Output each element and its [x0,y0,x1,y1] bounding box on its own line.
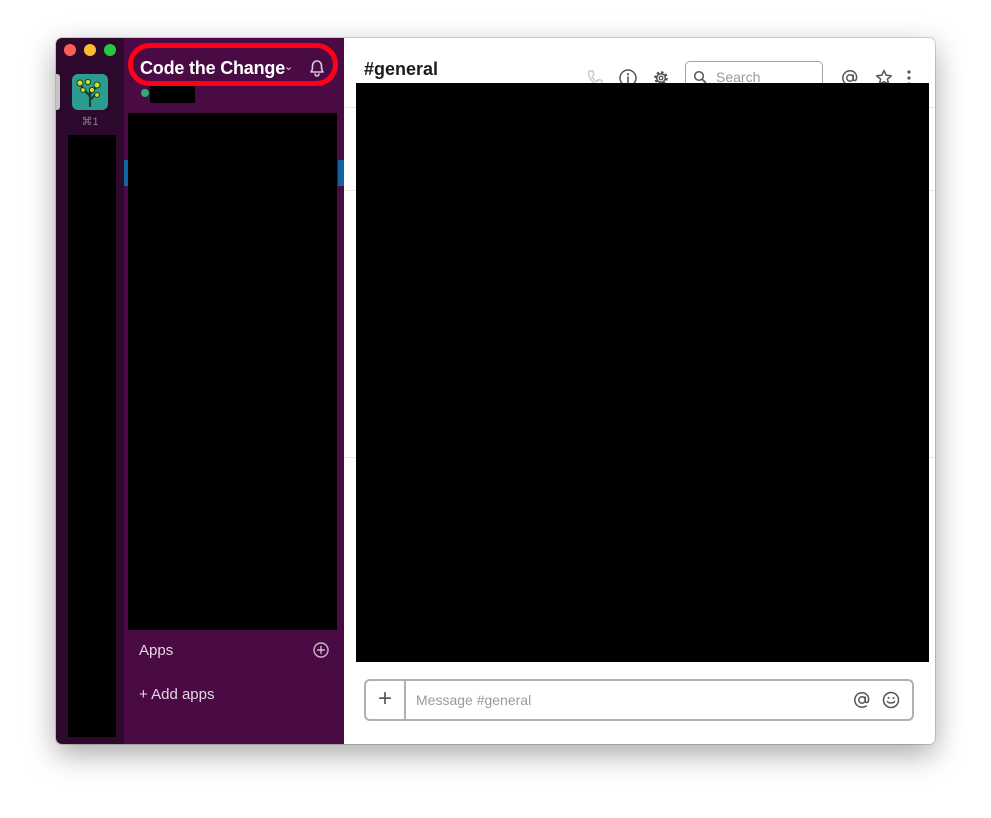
team-shortcut-label: ⌘1 [81,116,99,128]
channel-title[interactable]: #general [364,59,438,80]
attach-button[interactable]: + [366,681,406,719]
add-circle-icon[interactable] [312,641,330,659]
tree-logo-icon [76,78,101,108]
active-team-marker [56,74,60,110]
team-switcher-rail: ⌘1 [56,38,124,744]
redacted-team-list [68,135,116,737]
search-icon [693,70,707,84]
redacted-message-area [356,83,929,662]
emoji-icon[interactable] [881,690,901,710]
message-input[interactable]: Message #general [416,692,531,708]
presence-status-dot [141,89,149,97]
message-composer[interactable]: + Message #general [364,679,914,721]
close-window-button[interactable] [64,44,76,56]
channel-sidebar: Code the Change ⌄ Apps + Add apps [124,38,344,744]
slack-window: ⌘1 Code the Change ⌄ Apps + Add apps #ge… [56,38,935,744]
add-apps-link[interactable]: + Add apps [139,686,214,703]
main-panel: #general Search + Message #general [344,38,935,744]
minimize-window-button[interactable] [84,44,96,56]
team-icon[interactable] [72,74,108,110]
redacted-user-name [150,86,195,103]
highlight-annotation-ring [128,43,338,86]
apps-section-label[interactable]: Apps [139,642,173,659]
redacted-channel-list [128,113,337,630]
maximize-window-button[interactable] [104,44,116,56]
mention-icon[interactable] [852,690,872,710]
selected-channel-marker-left [124,160,128,186]
